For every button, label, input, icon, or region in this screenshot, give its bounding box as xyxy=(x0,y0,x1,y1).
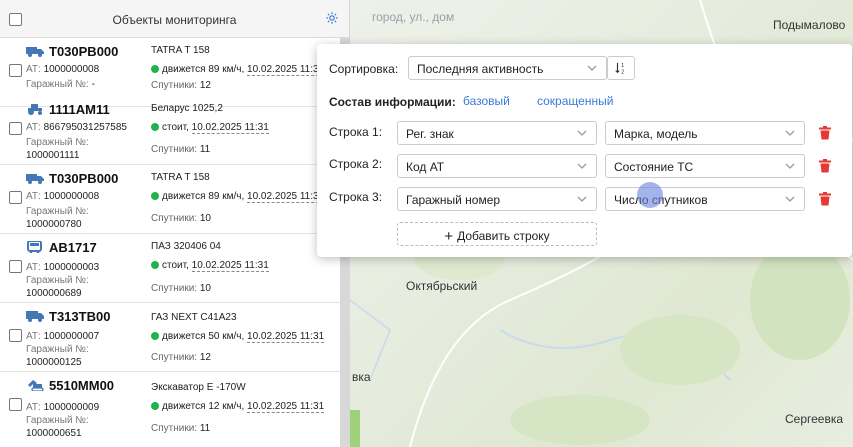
satellites: Спутники: 12 xyxy=(151,80,211,91)
list-item[interactable]: АВ1717 АТ: 1000000003 Гаражный №: 100000… xyxy=(0,234,340,303)
delete-line-2-icon[interactable] xyxy=(819,159,831,173)
line-3-left-select[interactable]: Гаражный номер xyxy=(397,187,597,211)
line-label: Строка 1: xyxy=(329,125,383,139)
vehicle-model: Беларус 1025,2 xyxy=(151,103,223,114)
chevron-down-icon xyxy=(785,196,795,202)
vehicle-status: стоит, 10.02.2025 11:31 xyxy=(151,122,269,134)
map-label: Октябрьский xyxy=(406,279,478,293)
satellites: Спутники: 10 xyxy=(151,213,211,224)
garage-number: Гаражный №: - xyxy=(26,79,95,90)
sort-select[interactable]: Последняя активность xyxy=(408,56,607,80)
line-1-right-select[interactable]: Марка, модель xyxy=(605,121,805,145)
truck-icon xyxy=(26,47,44,57)
at-code: АТ: 1000000007 xyxy=(26,331,100,342)
row-checkbox[interactable] xyxy=(9,64,22,77)
garage-number: Гаражный №: 1000000689 xyxy=(26,275,89,299)
line-2-left-select[interactable]: Код АТ xyxy=(397,154,597,178)
at-code: АТ: 866795031257585 xyxy=(26,122,127,133)
map-label: вка xyxy=(352,370,371,384)
bus-icon xyxy=(27,241,42,253)
plate-number: Т313ТВ00 xyxy=(49,309,111,324)
excavator-icon xyxy=(28,380,44,391)
satellites: Спутники: 11 xyxy=(151,423,211,434)
vehicle-status: движется 12 км/ч, 10.02.2025 11:31 xyxy=(151,401,325,413)
row-checkbox[interactable] xyxy=(9,260,22,273)
line-1-left-select[interactable]: Рег. знак xyxy=(397,121,597,145)
sort-order-button[interactable]: 1 2 xyxy=(607,56,635,80)
satellites: Спутники: 11 xyxy=(151,144,211,155)
satellites: Спутники: 12 xyxy=(151,352,211,363)
plate-number: Т030РВ000 xyxy=(49,44,119,59)
list-item[interactable]: 5510ММ00 АТ: 1000000009 Гаражный №: 1000… xyxy=(0,372,340,447)
at-code: АТ: 1000000008 xyxy=(26,64,100,75)
vehicle-model: TATRA T 158 xyxy=(151,172,210,183)
map-label: Подымалово xyxy=(773,18,846,32)
chevron-down-icon xyxy=(785,130,795,136)
garage-number: Гаражный №: 1000000125 xyxy=(26,344,89,368)
cursor-highlight xyxy=(637,182,663,208)
at-code: АТ: 1000000003 xyxy=(26,262,100,273)
svg-text:2: 2 xyxy=(621,69,624,75)
composition-label: Состав информации: xyxy=(329,95,456,109)
plate-number: 5510ММ00 xyxy=(49,378,115,393)
garage-number: Гаражный №: 1000000651 xyxy=(26,415,89,439)
list-item[interactable]: 1111АМ11 АТ: 866795031257585 Гаражный №:… xyxy=(0,96,340,165)
sort-label: Сортировка: xyxy=(329,62,399,76)
plate-number: АВ1717 xyxy=(49,240,97,255)
vehicle-status: движется 50 км/ч, 10.02.2025 11:31 xyxy=(151,331,325,343)
vehicle-model: TATRA T 158 xyxy=(151,45,210,56)
sidebar-header: Объекты мониторинга xyxy=(0,0,349,38)
satellites: Спутники: 10 xyxy=(151,283,211,294)
plus-icon: + xyxy=(444,228,454,245)
vehicle-model: ПАЗ 320406 04 xyxy=(151,241,221,252)
at-code: АТ: 1000000009 xyxy=(26,402,100,413)
row-checkbox[interactable] xyxy=(9,191,22,204)
gear-icon[interactable] xyxy=(325,11,339,25)
truck-icon xyxy=(26,174,44,184)
at-code: АТ: 1000000008 xyxy=(26,191,100,202)
objects-sidebar: Объекты мониторинга Т030РВ000 АТ: 100000… xyxy=(0,0,350,447)
vehicle-model: Экскаватор E -170W xyxy=(151,382,246,393)
row-checkbox[interactable] xyxy=(9,398,22,411)
garage-number: Гаражный №: 1000001111 xyxy=(26,137,89,161)
row-checkbox[interactable] xyxy=(9,122,22,135)
list-item[interactable]: Т030РВ000 АТ: 1000000008 Гаражный №: 100… xyxy=(0,165,340,234)
map-search-input[interactable]: город, ул., дом xyxy=(360,6,560,28)
preset-short-link[interactable]: сокращенный xyxy=(537,94,613,108)
plate-number: Т030РВ000 xyxy=(49,171,119,186)
add-line-button[interactable]: + Добавить строку xyxy=(397,222,597,246)
vehicle-model: ГАЗ NEXT C41A23 xyxy=(151,312,237,323)
line-label: Строка 2: xyxy=(329,157,383,171)
plate-number: 1111АМ11 xyxy=(49,102,110,117)
line-3-right-select[interactable]: Число спутников xyxy=(605,187,805,211)
sidebar-title: Объекты мониторинга xyxy=(112,13,237,27)
chevron-down-icon xyxy=(577,163,587,169)
line-2-right-select[interactable]: Состояние ТС xyxy=(605,154,805,178)
garage-number: Гаражный №: 1000000780 xyxy=(26,206,89,230)
van-icon xyxy=(26,311,44,322)
preset-basic-link[interactable]: базовый xyxy=(463,94,510,108)
svg-text:1: 1 xyxy=(621,63,624,69)
tractor-icon xyxy=(28,104,42,115)
map-label: Сергеевка xyxy=(785,412,844,426)
chevron-down-icon xyxy=(785,163,795,169)
delete-line-1-icon[interactable] xyxy=(819,126,831,140)
vehicle-status: движется 89 км/ч, 10.02.2025 11:31 xyxy=(151,191,325,203)
vehicle-status: стоит, 10.02.2025 11:31 xyxy=(151,260,269,272)
chevron-down-icon xyxy=(577,196,587,202)
list-item[interactable]: Т313ТВ00 АТ: 1000000007 Гаражный №: 1000… xyxy=(0,303,340,372)
line-label: Строка 3: xyxy=(329,190,383,204)
chevron-down-icon xyxy=(577,130,587,136)
vehicle-status: движется 89 км/ч, 10.02.2025 11:31 xyxy=(151,64,325,76)
delete-line-3-icon[interactable] xyxy=(819,192,831,206)
chevron-down-icon xyxy=(587,65,597,71)
row-checkbox[interactable] xyxy=(9,329,22,342)
sort-order-icon: 1 2 xyxy=(615,62,624,75)
